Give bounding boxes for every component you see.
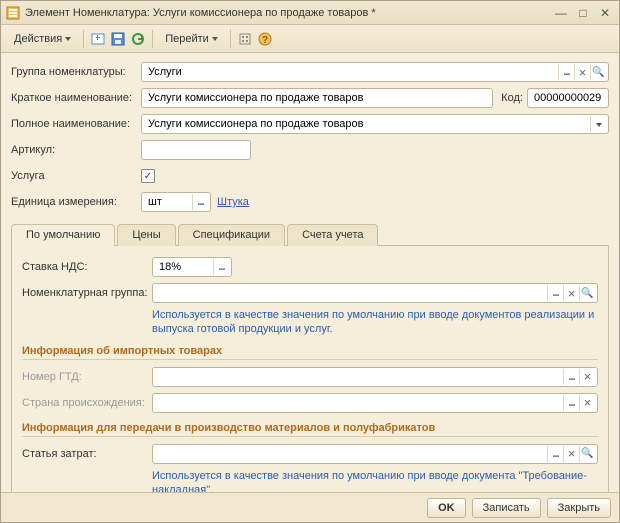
vat-input[interactable] <box>157 260 213 274</box>
footer: OK Записать Закрыть <box>1 492 619 522</box>
tabs: По умолчанию Цены Спецификации Счета уче… <box>11 223 609 246</box>
origin-field[interactable] <box>152 393 598 413</box>
add-icon[interactable] <box>89 30 107 48</box>
unit-field[interactable] <box>141 192 211 212</box>
short-name-label: Краткое наименование: <box>11 92 141 104</box>
save-button[interactable]: Записать <box>472 498 541 518</box>
actions-label: Действия <box>14 33 62 45</box>
cost-field[interactable] <box>152 444 598 464</box>
go-label: Перейти <box>165 33 209 45</box>
gtd-label: Номер ГТД: <box>22 371 152 383</box>
search-icon[interactable] <box>590 64 606 80</box>
tab-accounts[interactable]: Счета учета <box>287 224 378 246</box>
chevron-down-icon <box>212 37 218 41</box>
unit-link[interactable]: Штука <box>217 196 249 208</box>
origin-input[interactable] <box>157 396 563 410</box>
short-name-field[interactable] <box>141 88 493 108</box>
service-label: Услуга <box>11 170 141 182</box>
go-menu[interactable]: Перейти <box>158 30 225 48</box>
chevron-down-icon <box>596 123 602 127</box>
vat-label: Ставка НДС: <box>22 261 152 273</box>
group-field[interactable] <box>141 62 609 82</box>
select-button[interactable] <box>192 194 208 210</box>
select-button[interactable] <box>547 285 563 301</box>
close-button[interactable]: Закрыть <box>547 498 611 518</box>
article-input[interactable] <box>146 143 248 157</box>
article-field[interactable] <box>141 140 251 160</box>
clear-button[interactable] <box>579 369 595 385</box>
nomgroup-hint: Используется в качестве значения по умол… <box>152 308 598 337</box>
prod-header: Информация для передачи в производство м… <box>22 422 598 437</box>
code-field[interactable] <box>527 88 609 108</box>
code-label: Код: <box>501 92 523 104</box>
select-button[interactable] <box>547 446 563 462</box>
unit-input[interactable] <box>146 195 192 209</box>
select-button[interactable] <box>213 259 229 275</box>
cost-hint: Используется в качестве значения по умол… <box>152 469 598 492</box>
toolbar: Действия Перейти ? <box>1 25 619 53</box>
window-controls: — □ ✕ <box>551 5 615 21</box>
save-icon[interactable] <box>109 30 127 48</box>
close-button[interactable]: ✕ <box>595 5 615 21</box>
search-icon[interactable] <box>579 446 595 462</box>
short-name-input[interactable] <box>146 91 490 105</box>
dropdown-button[interactable] <box>590 116 606 132</box>
import-header: Информация об импортных товарах <box>22 345 598 360</box>
tab-default[interactable]: По умолчанию <box>11 224 115 246</box>
actions-menu[interactable]: Действия <box>7 30 78 48</box>
tab-prices[interactable]: Цены <box>117 224 175 246</box>
chevron-down-icon <box>65 37 71 41</box>
clear-button[interactable] <box>563 446 579 462</box>
tab-body-default: Ставка НДС: Номенклатурная группа: Испол… <box>11 246 609 492</box>
app-icon <box>5 5 21 21</box>
select-button[interactable] <box>563 369 579 385</box>
full-name-input[interactable] <box>146 117 590 131</box>
clear-button[interactable] <box>574 64 590 80</box>
ok-button[interactable]: OK <box>427 498 466 518</box>
titlebar: Элемент Номенклатура: Услуги комиссионер… <box>1 1 619 25</box>
settings-icon[interactable] <box>236 30 254 48</box>
window: Элемент Номенклатура: Услуги комиссионер… <box>0 0 620 523</box>
minimize-button[interactable]: — <box>551 5 571 21</box>
cost-label: Статья затрат: <box>22 448 152 460</box>
origin-label: Страна происхождения: <box>22 397 152 409</box>
group-input[interactable] <box>146 65 558 79</box>
gtd-field[interactable] <box>152 367 598 387</box>
refresh-icon[interactable] <box>129 30 147 48</box>
nomgroup-field[interactable] <box>152 283 598 303</box>
service-checkbox[interactable]: ✓ <box>141 169 155 183</box>
tab-specs[interactable]: Спецификации <box>178 224 285 246</box>
full-name-field[interactable] <box>141 114 609 134</box>
nomgroup-label: Номенклатурная группа: <box>22 287 152 299</box>
vat-field[interactable] <box>152 257 232 277</box>
help-icon[interactable]: ? <box>256 30 274 48</box>
clear-button[interactable] <box>563 285 579 301</box>
unit-label: Единица измерения: <box>11 196 141 208</box>
group-label: Группа номенклатуры: <box>11 66 141 78</box>
nomgroup-input[interactable] <box>157 286 547 300</box>
clear-button[interactable] <box>579 395 595 411</box>
window-title: Элемент Номенклатура: Услуги комиссионер… <box>25 7 551 19</box>
article-label: Артикул: <box>11 144 141 156</box>
select-button[interactable] <box>558 64 574 80</box>
code-input[interactable] <box>532 91 606 105</box>
select-button[interactable] <box>563 395 579 411</box>
gtd-input[interactable] <box>157 370 563 384</box>
maximize-button[interactable]: □ <box>573 5 593 21</box>
full-name-label: Полное наименование: <box>11 118 141 130</box>
content: Группа номенклатуры: Краткое наименовани… <box>1 53 619 492</box>
search-icon[interactable] <box>579 285 595 301</box>
cost-input[interactable] <box>157 447 547 461</box>
svg-text:?: ? <box>262 35 268 46</box>
